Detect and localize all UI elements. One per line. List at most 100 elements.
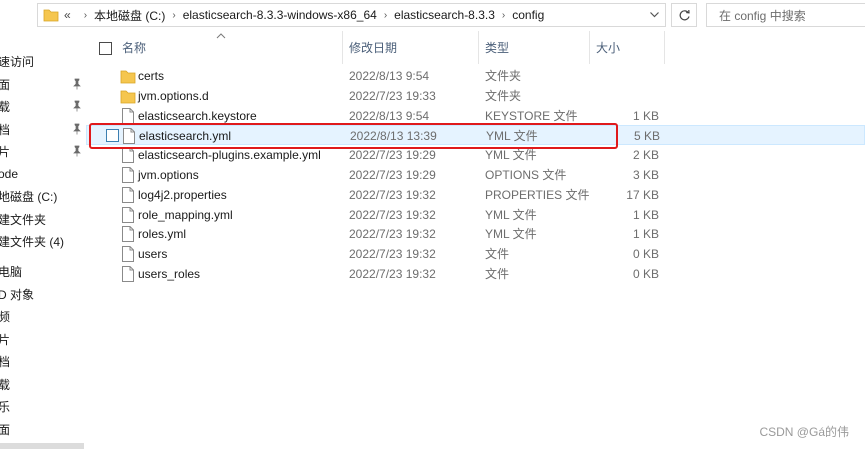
file-size	[596, 86, 659, 106]
breadcrumb-item[interactable]: elasticsearch-8.3.3-windows-x86_64	[183, 8, 377, 22]
file-row[interactable]: jvm.options.d 2022/7/23 19:33 文件夹	[86, 86, 865, 106]
nav-item-label: 载	[0, 99, 11, 114]
search-box[interactable]: 在 config 中搜索	[706, 3, 865, 27]
address-bar[interactable]: « › 本地磁盘 (C:) › elasticsearch-8.3.3-windows…	[37, 3, 666, 27]
nav-item-label: 乐	[0, 399, 11, 414]
nav-item-label: 地磁盘 (C:)	[0, 189, 58, 204]
refresh-icon	[679, 9, 690, 20]
column-header-type[interactable]: 类型	[479, 31, 590, 64]
file-type: 文件	[485, 267, 510, 281]
nav-item[interactable]: 档	[0, 350, 86, 372]
nav-item-label: 载	[0, 377, 11, 392]
file-icon	[122, 107, 134, 124]
pin-icon[interactable]	[71, 100, 83, 112]
file-size: 0 KB	[632, 267, 659, 281]
search-placeholder[interactable]: 在 config 中搜索	[719, 7, 806, 24]
column-header-row: 名称 修改日期 类型 大小	[86, 31, 865, 64]
refresh-button[interactable]	[671, 3, 697, 27]
file-type: YML 文件	[485, 227, 537, 242]
watermark: CSDN @Gá的伟	[759, 425, 849, 439]
breadcrumb-separator-icon[interactable]: ›	[172, 10, 175, 21]
pin-icon[interactable]	[71, 123, 83, 135]
column-header-date[interactable]: 修改日期	[343, 31, 479, 64]
file-name: jvm.options	[138, 168, 199, 182]
file-size: 1 KB	[632, 207, 659, 222]
breadcrumb-item[interactable]: config	[512, 8, 544, 22]
nav-item-label: 建文件夹	[0, 212, 47, 227]
nav-item[interactable]: 乐	[0, 395, 86, 417]
folder-icon	[120, 90, 136, 104]
file-type: PROPERTIES 文件	[485, 187, 590, 202]
nav-item[interactable]: 档	[0, 118, 86, 140]
select-all-checkbox[interactable]	[99, 42, 112, 55]
file-row[interactable]: role_mapping.yml 2022/7/23 19:32 YML 文件 1 K…	[86, 205, 865, 225]
file-type: YML 文件	[485, 207, 537, 222]
annotation-highlight	[89, 123, 618, 149]
pin-icon[interactable]	[71, 145, 83, 157]
nav-item[interactable]: 电脑	[0, 260, 86, 282]
nav-item[interactable]: 载	[0, 373, 86, 395]
file-list: 名称 修改日期 类型 大小 certs 2022/8/13 9:54 文件夹 jvm.…	[86, 31, 865, 449]
file-date: 2022/7/23 19:32	[349, 247, 436, 262]
nav-item[interactable]: 频	[0, 305, 86, 327]
file-size	[596, 66, 659, 86]
file-type: OPTIONS 文件	[485, 168, 567, 182]
file-row[interactable]: roles.yml 2022/7/23 19:32 YML 文件 1 KB	[86, 224, 865, 244]
nav-item-label: 档	[0, 122, 11, 137]
nav-item[interactable]: 速访问	[0, 50, 86, 72]
file-name: role_mapping.yml	[138, 207, 233, 222]
nav-item[interactable]: 地磁盘 (C:)	[0, 185, 86, 207]
file-name: users_roles	[138, 267, 201, 281]
nav-item[interactable]: 片	[0, 140, 86, 162]
breadcrumb-separator-icon[interactable]: ›	[384, 10, 387, 21]
file-date: 2022/7/23 19:32	[349, 207, 436, 222]
file-icon	[122, 186, 134, 203]
folder-icon	[43, 9, 59, 22]
breadcrumb-item[interactable]: elasticsearch-8.3.3	[394, 8, 495, 22]
file-name: certs	[138, 69, 165, 83]
file-icon	[122, 167, 134, 183]
file-size: 17 KB	[626, 187, 659, 202]
file-type: 文件夹	[485, 69, 522, 83]
nav-item[interactable]: 载	[0, 95, 86, 117]
nav-item[interactable]: 片	[0, 328, 86, 350]
breadcrumb-overflow[interactable]: «	[64, 8, 71, 22]
nav-item-label: 片	[0, 144, 11, 159]
nav-item[interactable]: ode	[0, 163, 86, 185]
breadcrumb-separator-icon[interactable]: ›	[502, 10, 505, 21]
nav-item-label: 频	[0, 309, 11, 324]
column-header-size-label: 大小	[596, 41, 621, 55]
file-name: jvm.options.d	[138, 88, 209, 103]
nav-item-label: 面	[0, 77, 11, 92]
nav-item[interactable]: D 对象	[0, 283, 86, 305]
folder-icon	[120, 70, 136, 84]
nav-item[interactable]: 面	[0, 73, 86, 95]
file-row[interactable]: jvm.options 2022/7/23 19:29 OPTIONS 文件 3 KB	[86, 165, 865, 185]
file-date: 2022/7/23 19:32	[349, 227, 436, 242]
column-header-date-label: 修改日期	[349, 41, 398, 55]
nav-item[interactable]: 面	[0, 418, 86, 440]
pin-icon[interactable]	[71, 78, 83, 90]
file-row[interactable]: users_roles 2022/7/23 19:32 文件 0 KB	[86, 264, 865, 284]
file-name: log4j2.properties	[138, 187, 227, 202]
file-date: 2022/8/13 9:54	[349, 69, 430, 83]
breadcrumb[interactable]: « › 本地磁盘 (C:) › elasticsearch-8.3.3-windows…	[64, 4, 544, 26]
file-row[interactable]: log4j2.properties 2022/7/23 19:32 PROPERTI…	[86, 185, 865, 205]
breadcrumb-separator-icon[interactable]: ›	[84, 10, 87, 21]
nav-item[interactable]: 建文件夹	[0, 208, 86, 230]
nav-item-label: 片	[0, 332, 11, 347]
file-row[interactable]: users 2022/7/23 19:32 文件 0 KB	[86, 244, 865, 264]
file-date: 2022/7/23 19:33	[349, 88, 436, 103]
address-toolbar: « › 本地磁盘 (C:) › elasticsearch-8.3.3-windows…	[0, 0, 865, 31]
breadcrumb-item[interactable]: 本地磁盘 (C:)	[94, 7, 165, 24]
column-header-type-label: 类型	[485, 41, 510, 55]
nav-scrollbar[interactable]	[0, 443, 84, 449]
column-header-size[interactable]: 大小	[590, 31, 665, 64]
file-name: users	[138, 247, 168, 262]
nav-item[interactable]: 建文件夹 (4)	[0, 230, 86, 252]
address-dropdown-button[interactable]	[646, 7, 662, 23]
file-row[interactable]: certs 2022/8/13 9:54 文件夹	[86, 66, 865, 86]
column-header-name[interactable]: 名称	[116, 31, 343, 64]
file-date: 2022/7/23 19:29	[349, 168, 436, 182]
column-header-name-label: 名称	[122, 41, 147, 55]
